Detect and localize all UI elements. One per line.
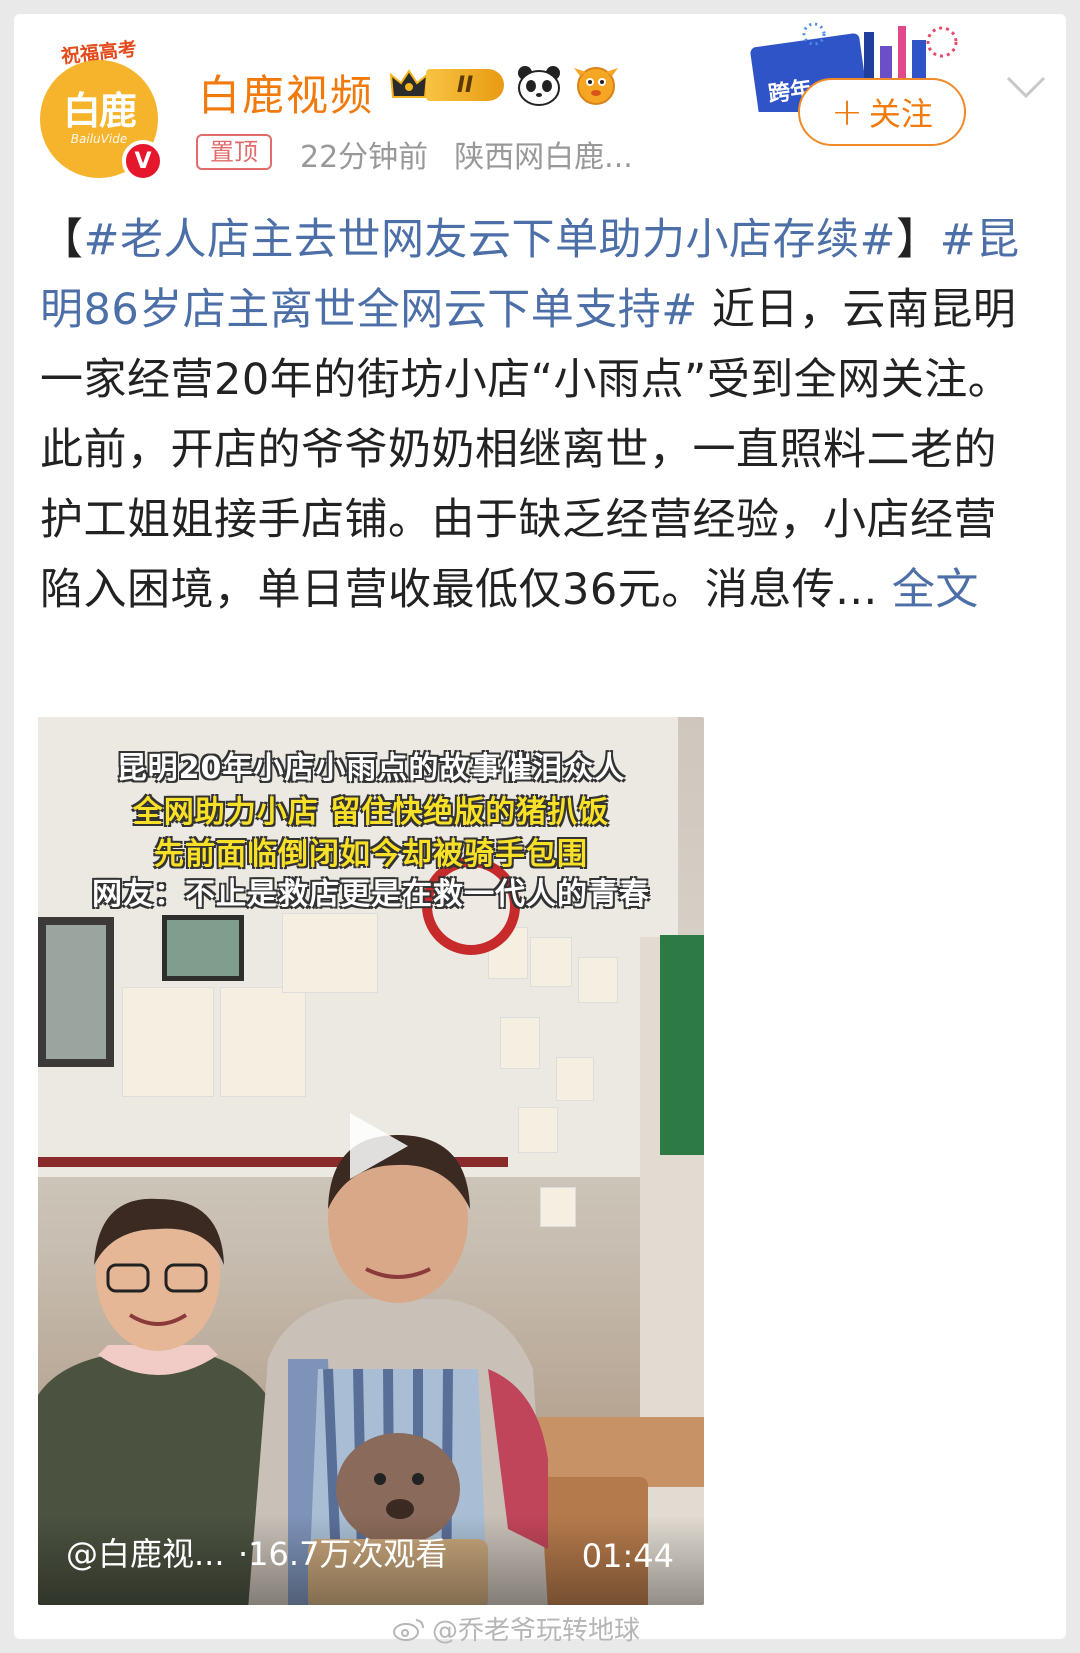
video-caption-line: 网友：不止是救店更是在救一代人的青春 <box>92 877 650 912</box>
username[interactable]: 白鹿视频 <box>198 62 374 123</box>
video-scene-poster <box>122 987 214 1097</box>
panda-icon <box>516 64 562 106</box>
follow-label: 关注 <box>868 95 933 133</box>
video-caption-line: 昆明20年小店小雨点的故事催泪众人 <box>116 751 626 786</box>
video-view-count: ·16.7万次观看 <box>238 1535 448 1573</box>
video-scene-note <box>578 957 618 1003</box>
weibo-logo-icon <box>393 1618 424 1641</box>
bracket-open: 【 <box>40 215 84 265</box>
level-label: II <box>426 69 504 101</box>
post-meta: 22分钟前 陕西网白鹿... <box>300 132 633 176</box>
video-scene-poster <box>220 987 306 1097</box>
fish-icon <box>572 62 620 108</box>
pinned-badge: 置顶 <box>196 134 272 170</box>
hashtag-link[interactable]: #老人店主去世网友云下单助力小店存续# <box>84 215 897 265</box>
bracket-close: 】 <box>896 215 940 265</box>
avatar-logo: 白鹿 <box>62 89 137 133</box>
video-author[interactable]: @白鹿视... <box>66 1529 225 1575</box>
avatar-logo-sub: BailuVide <box>70 132 128 146</box>
video-scene-note <box>500 1017 540 1069</box>
member-level-badge[interactable]: II <box>388 64 504 106</box>
follow-button[interactable]: + 关注 <box>798 78 966 146</box>
video-scene-note <box>556 1057 594 1101</box>
chevron-down-icon[interactable] <box>1004 72 1048 102</box>
video-player[interactable]: 昆明20年小店小雨点的故事催泪众人 全网助力小店 留住快绝版的猪扒饭 先前面临倒… <box>38 717 704 1605</box>
watermark: @乔老爷玩转地球 <box>392 1610 640 1647</box>
watermark-text: @乔老爷玩转地球 <box>432 1616 641 1646</box>
full-text-link[interactable]: 全文 <box>892 565 979 615</box>
video-scene-note <box>530 937 572 987</box>
video-scene-poster <box>282 913 378 993</box>
video-scene-picture <box>162 915 244 981</box>
post-time: 22分钟前 <box>300 140 429 175</box>
post-body: 【#老人店主去世网友云下单助力小店存续#】#昆明86岁店主离世全网云下单支持# … <box>40 205 1040 625</box>
verified-badge-icon: V <box>122 140 164 182</box>
video-scene-sign <box>660 935 704 1155</box>
video-duration: 01:44 <box>581 1537 674 1575</box>
video-caption-line: 全网助力小店 留住快绝版的猪扒饭 <box>132 795 610 830</box>
play-icon[interactable] <box>334 1105 416 1187</box>
crown-icon <box>388 65 430 105</box>
video-caption-line: 先前面临倒闭如今却被骑手包围 <box>154 837 588 872</box>
post-source[interactable]: 陕西网白鹿... <box>454 132 633 176</box>
plus-icon: + <box>831 90 863 134</box>
video-scene-mirror <box>38 917 114 1067</box>
